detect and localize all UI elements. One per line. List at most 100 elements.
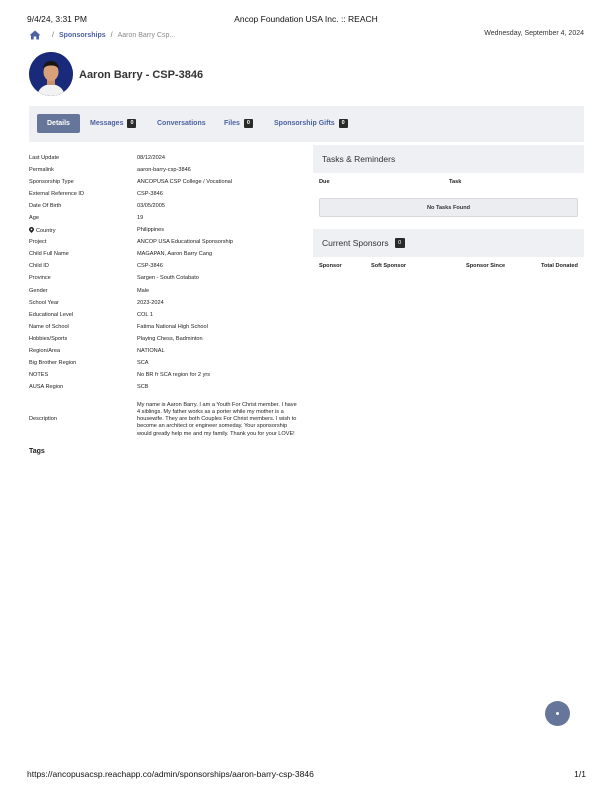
detail-value: Sargen - South Cotabato bbox=[137, 275, 199, 282]
tab-label: Details bbox=[47, 120, 70, 127]
detail-row-date-of-birth: Date Of Birth 03/05/2005 bbox=[29, 200, 299, 212]
detail-row-educational-level: Educational Level COL 1 bbox=[29, 309, 299, 321]
print-header: 9/4/24, 3:31 PM Ancop Foundation USA Inc… bbox=[0, 14, 612, 26]
detail-row-region-area: Region/Area NATIONAL bbox=[29, 346, 299, 358]
detail-label: School Year bbox=[29, 299, 59, 306]
detail-label: Project bbox=[29, 239, 47, 246]
detail-value: 08/12/2024 bbox=[137, 154, 165, 161]
detail-label: Country bbox=[36, 227, 56, 234]
tasks-title: Tasks & Reminders bbox=[322, 154, 396, 164]
sponsors-table-header: Sponsor Soft Sponsor Sponsor Since Total… bbox=[313, 257, 584, 273]
breadcrumb: / Sponsorships / Aaron Barry Csp... bbox=[29, 29, 175, 41]
detail-label: Date Of Birth bbox=[29, 202, 62, 209]
tab-conversations[interactable]: Conversations bbox=[157, 114, 206, 133]
print-title: Ancop Foundation USA Inc. :: REACH bbox=[234, 14, 378, 24]
detail-row-permalink: Permalink aaron-barry-csp-3846 bbox=[29, 164, 299, 176]
detail-value: Fatima National High School bbox=[137, 323, 208, 330]
detail-row-age: Age 19 bbox=[29, 212, 299, 224]
detail-value: CSP-3846 bbox=[137, 190, 163, 197]
sponsors-count-badge: 0 bbox=[394, 238, 405, 248]
tab-details[interactable]: Details bbox=[37, 114, 80, 133]
tasks-table-header: Due Task bbox=[313, 173, 584, 189]
detail-value: ANCOP USA Educational Sponsorship bbox=[137, 239, 233, 246]
detail-value: Playing Chess, Badminton bbox=[137, 335, 203, 342]
detail-row-description: Description My name is Aaron Barry. I am … bbox=[29, 394, 299, 446]
detail-row-big-brother-region: Big Brother Region SCA bbox=[29, 358, 299, 370]
detail-label: Permalink bbox=[29, 166, 54, 173]
detail-label: Sponsorship Type bbox=[29, 178, 74, 185]
sponsors-title: Current Sponsors bbox=[322, 238, 389, 248]
page-number: 1/1 bbox=[574, 769, 586, 779]
detail-value: SCB bbox=[137, 384, 149, 391]
detail-value: 19 bbox=[137, 215, 144, 222]
detail-row-hobbies-sports: Hobbies/Sports Playing Chess, Badminton bbox=[29, 333, 299, 345]
detail-value: SCA bbox=[137, 360, 149, 367]
tab-label: Files bbox=[224, 120, 240, 127]
detail-row-name-of-school: Name of School Fatima National High Schoo… bbox=[29, 321, 299, 333]
detail-label: External Reference ID bbox=[29, 190, 85, 197]
breadcrumb-sponsorships-link[interactable]: Sponsorships bbox=[59, 32, 106, 39]
detail-value: No BR fr SCA region for 2 yrs bbox=[137, 372, 211, 379]
column-header-soft-sponsor: Soft Sponsor bbox=[371, 263, 407, 269]
avatar bbox=[29, 52, 73, 96]
detail-value: NATIONAL bbox=[137, 348, 165, 355]
map-pin-icon bbox=[29, 226, 34, 233]
files-count-badge: 0 bbox=[243, 119, 253, 128]
page-url: https://ancopusacsp.reachapp.co/admin/sp… bbox=[27, 769, 314, 779]
breadcrumb-separator: / bbox=[52, 31, 54, 39]
column-header-due: Due bbox=[319, 179, 330, 185]
detail-label: NOTES bbox=[29, 372, 49, 379]
tags-heading: Tags bbox=[29, 447, 45, 455]
home-icon[interactable] bbox=[29, 30, 41, 40]
tab-sponsorship-gifts[interactable]: Sponsorship Gifts 0 bbox=[274, 114, 348, 133]
column-header-total-donated: Total Donated bbox=[541, 263, 578, 269]
column-header-task: Task bbox=[449, 179, 462, 185]
detail-row-school-year: School Year 2023-2024 bbox=[29, 297, 299, 309]
detail-value: Male bbox=[137, 287, 150, 294]
dot-icon bbox=[556, 712, 559, 715]
detail-label: Big Brother Region bbox=[29, 360, 77, 367]
detail-value: ANCOPUSA CSP College / Vocational bbox=[137, 178, 233, 185]
detail-value: CSP-3846 bbox=[137, 263, 163, 270]
detail-row-gender: Gender Male bbox=[29, 285, 299, 297]
tab-label: Messages bbox=[90, 120, 124, 127]
profile-name: Aaron Barry - CSP-3846 bbox=[79, 69, 204, 81]
tab-files[interactable]: Files 0 bbox=[224, 114, 253, 133]
detail-row-ausa-region: AUSA Region SCB bbox=[29, 382, 299, 394]
breadcrumb-current: Aaron Barry Csp... bbox=[117, 31, 176, 39]
tab-label: Sponsorship Gifts bbox=[274, 120, 335, 127]
detail-row-external-reference-id: External Reference ID CSP-3846 bbox=[29, 188, 299, 200]
detail-row-project: Project ANCOP USA Educational Sponsorship bbox=[29, 237, 299, 249]
detail-label-wrapper: Country bbox=[29, 226, 137, 235]
column-header-sponsor: Sponsor bbox=[319, 263, 342, 269]
detail-row-child-full-name: Child Full Name MAGAPAN, Aaron Barry Cang bbox=[29, 249, 299, 261]
detail-row-province: Province Sargen - South Cotabato bbox=[29, 273, 299, 285]
no-tasks-message: No Tasks Found bbox=[319, 198, 578, 217]
detail-label: Gender bbox=[29, 287, 48, 294]
tab-messages[interactable]: Messages 0 bbox=[90, 114, 137, 133]
detail-label: Region/Area bbox=[29, 348, 61, 355]
tasks-panel-header: Tasks & Reminders bbox=[313, 145, 584, 173]
detail-label: Hobbies/Sports bbox=[29, 335, 68, 342]
sponsors-panel: Current Sponsors 0 Sponsor Soft Sponsor … bbox=[313, 229, 584, 273]
details-list: Last Update 08/12/2024 Permalink aaron-bar… bbox=[29, 152, 299, 455]
gifts-count-badge: 0 bbox=[338, 119, 348, 128]
detail-value: MAGAPAN, Aaron Barry Cang bbox=[137, 251, 213, 258]
current-date: Wednesday, September 4, 2024 bbox=[484, 30, 584, 37]
tasks-panel: Tasks & Reminders Due Task No Tasks Foun… bbox=[313, 145, 584, 217]
tab-bar: Details Messages 0 Conversations Files 0… bbox=[29, 106, 584, 142]
detail-label: Child ID bbox=[29, 263, 49, 270]
detail-value: My name is Aaron Barry. I am a Youth For… bbox=[137, 401, 297, 437]
detail-label: Child Full Name bbox=[29, 251, 69, 258]
floating-action-button[interactable] bbox=[545, 701, 570, 726]
detail-label: Educational Level bbox=[29, 311, 74, 318]
detail-label: Description bbox=[29, 416, 57, 423]
detail-row-last-update: Last Update 08/12/2024 bbox=[29, 152, 299, 164]
detail-row-child-id: Child ID CSP-3846 bbox=[29, 261, 299, 273]
breadcrumb-separator: / bbox=[110, 31, 113, 39]
profile-header: Aaron Barry - CSP-3846 bbox=[29, 52, 203, 96]
sponsors-panel-header: Current Sponsors 0 bbox=[313, 229, 584, 257]
tab-label: Conversations bbox=[157, 120, 206, 127]
detail-label: Last Update bbox=[29, 154, 60, 161]
detail-label: AUSA Region bbox=[29, 384, 64, 391]
